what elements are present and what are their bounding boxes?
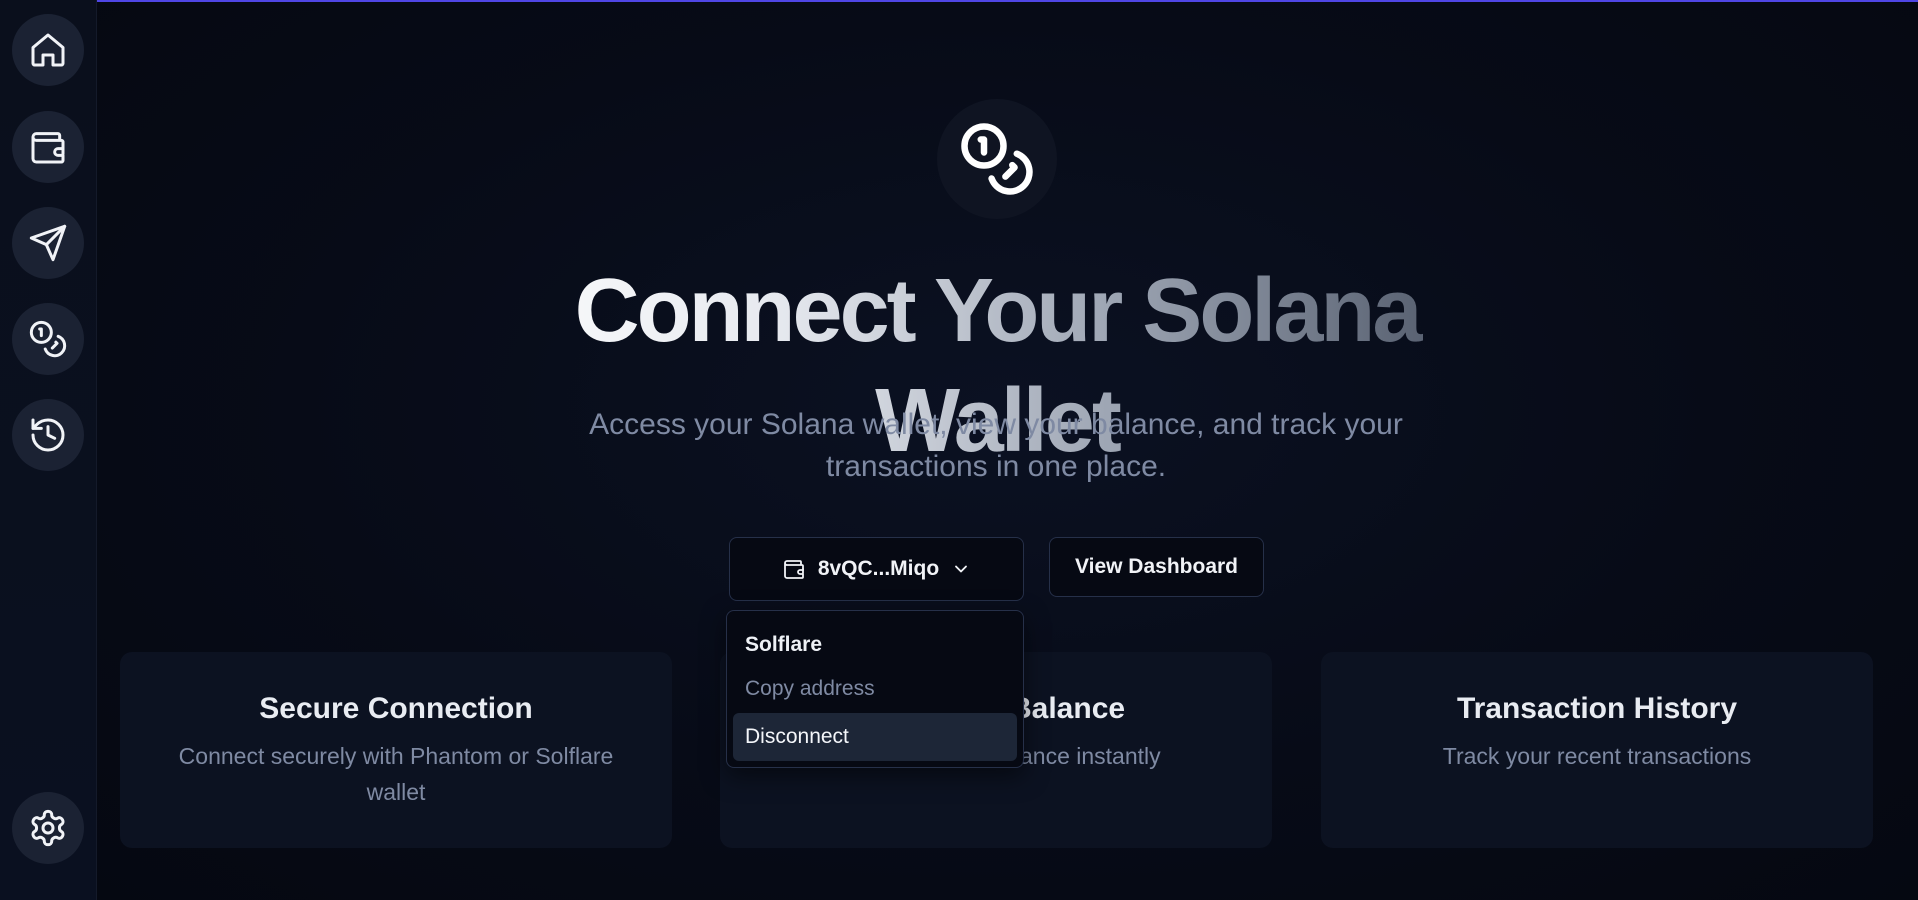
- home-icon: [31, 33, 65, 67]
- hero-subtitle: Access your Solana wallet, view your bal…: [589, 408, 1403, 483]
- hero-icon-circle: [937, 99, 1057, 219]
- wallet-icon: [783, 560, 804, 579]
- chevron-down-icon: [955, 565, 968, 573]
- feature-card-history: Transaction History Track your recent tr…: [1321, 652, 1873, 848]
- send-icon: [29, 224, 67, 262]
- feature-description: Connect securely with Phantom or Solflar…: [178, 743, 614, 805]
- sidebar-item-send[interactable]: [12, 207, 84, 279]
- feature-title: Secure Connection: [259, 692, 533, 725]
- feature-card-secure: Secure Connection Connect securely with …: [120, 652, 672, 848]
- sidebar-item-settings[interactable]: [12, 792, 84, 864]
- sidebar-item-history[interactable]: [12, 399, 84, 471]
- wallet-icon: [31, 132, 65, 164]
- coins-icon: [961, 123, 1033, 195]
- wallet-dropdown-button[interactable]: 8vQC...Miqo: [729, 537, 1024, 601]
- wallet-menu: Solflare Copy address Disconnect: [726, 610, 1024, 768]
- sidebar: [0, 0, 97, 900]
- hero-title-wrap: Connect Your Solana Wallet: [447, 256, 1547, 471]
- sidebar-item-coins[interactable]: [12, 303, 84, 375]
- copy-address-item[interactable]: Copy address: [733, 665, 1017, 713]
- coins-icon: [29, 320, 67, 358]
- gear-icon: [31, 809, 65, 847]
- sidebar-item-home[interactable]: [12, 14, 84, 86]
- wallet-address-label: 8vQC...Miqo: [817, 557, 940, 580]
- feature-description: Track your recent transactions: [1442, 743, 1752, 769]
- view-dashboard-button[interactable]: View Dashboard: [1049, 537, 1264, 597]
- wallet-menu-header: Solflare: [745, 633, 823, 656]
- history-icon: [31, 418, 65, 452]
- disconnect-item[interactable]: Disconnect: [733, 713, 1017, 761]
- sidebar-item-wallet[interactable]: [12, 111, 84, 183]
- feature-title: Transaction History: [1456, 692, 1738, 725]
